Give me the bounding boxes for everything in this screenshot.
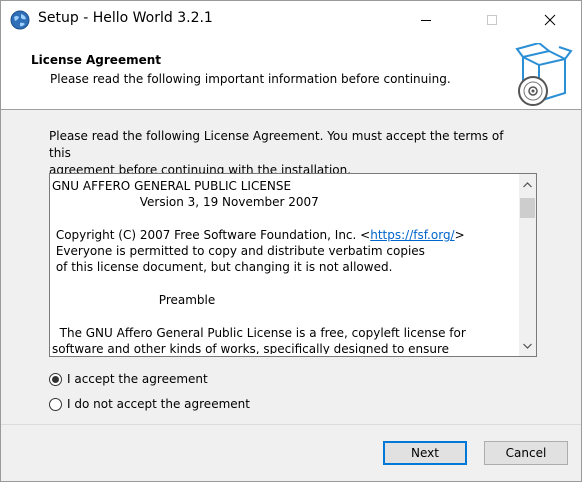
chevron-up-icon (523, 181, 532, 187)
footer-divider (1, 424, 581, 425)
scroll-thumb[interactable] (520, 198, 535, 218)
license-line: Version 3, 19 November 2007 (52, 195, 319, 210)
license-line: Copyright (C) 2007 Free Software Foundat… (52, 227, 514, 243)
chevron-down-icon (523, 343, 532, 349)
close-button[interactable] (527, 1, 573, 39)
box-with-disc-icon (509, 41, 575, 109)
license-line: ​ (52, 308, 514, 324)
scroll-down-button[interactable] (519, 337, 536, 354)
globe-icon (10, 10, 30, 30)
accept-radio-option[interactable]: I accept the agreement (49, 372, 208, 386)
scroll-up-button[interactable] (519, 176, 536, 193)
close-icon (544, 14, 556, 26)
license-text[interactable]: GNU AFFERO GENERAL PUBLIC LICENSE Versio… (52, 178, 514, 354)
license-text-box[interactable]: GNU AFFERO GENERAL PUBLIC LICENSE Versio… (49, 173, 537, 357)
license-line: Preamble (52, 293, 216, 308)
license-line: of this license document, but changing i… (52, 260, 393, 275)
license-line: GNU AFFERO GENERAL PUBLIC LICENSE (52, 179, 292, 193)
license-line: software and other kinds of works, speci… (52, 341, 450, 354)
page-subtitle: Please read the following important info… (50, 72, 451, 86)
intro-line: Please read the following License Agreem… (49, 129, 504, 160)
decline-radio-option[interactable]: I do not accept the agreement (49, 397, 250, 411)
fsf-link[interactable]: https://fsf.org/ (370, 228, 454, 242)
minimize-icon (421, 20, 431, 21)
setup-window: Setup - Hello World 3.2.1 License Agreem… (0, 0, 582, 482)
license-line: ​ (52, 276, 514, 292)
license-line: ​ (52, 211, 514, 227)
window-title: Setup - Hello World 3.2.1 (38, 10, 213, 26)
license-line: Everyone is permitted to copy and distri… (52, 244, 425, 259)
license-line: The GNU Affero General Public License is… (52, 325, 466, 340)
maximize-icon (487, 15, 497, 25)
decline-label[interactable]: I do not accept the agreement (67, 397, 250, 411)
page-title: License Agreement (31, 53, 162, 67)
wizard-header: License Agreement Please read the follow… (1, 39, 581, 110)
maximize-button[interactable] (469, 1, 515, 39)
cancel-button[interactable]: Cancel (484, 441, 568, 465)
license-copyright-suffix: > (454, 227, 465, 242)
accept-radio[interactable] (49, 372, 62, 386)
intro-text: Please read the following License Agreem… (49, 128, 529, 179)
accept-label[interactable]: I accept the agreement (67, 372, 208, 386)
title-bar[interactable]: Setup - Hello World 3.2.1 (1, 1, 581, 39)
license-copyright-text: Copyright (C) 2007 Free Software Foundat… (52, 227, 371, 242)
minimize-button[interactable] (403, 1, 449, 39)
next-button[interactable]: Next (383, 441, 467, 465)
decline-radio[interactable] (49, 397, 62, 411)
vertical-scrollbar[interactable] (519, 174, 536, 356)
